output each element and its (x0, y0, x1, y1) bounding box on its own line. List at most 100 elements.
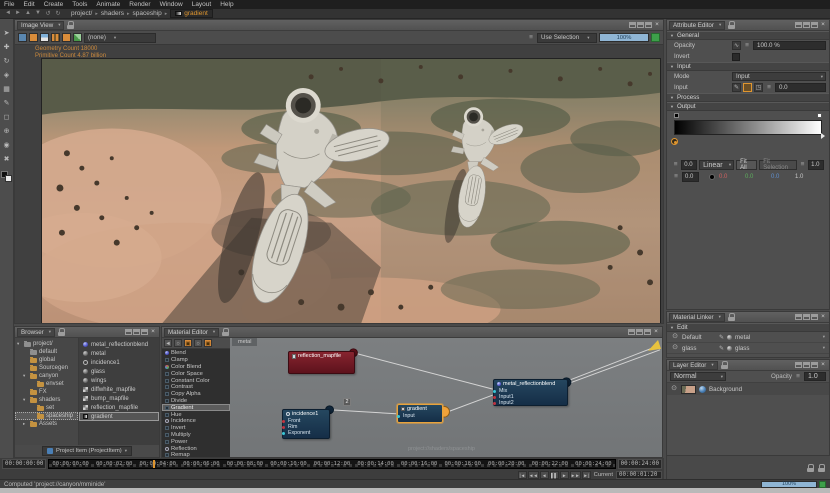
tool-icon[interactable]: ✎ (1, 99, 12, 109)
tool-icon[interactable]: ✖ (1, 155, 12, 165)
key-green-field[interactable]: 0.0 (743, 172, 761, 182)
tree-item[interactable]: global (15, 356, 78, 364)
float-icon[interactable] (811, 22, 818, 28)
fit-all-button[interactable]: Fit All (736, 159, 758, 171)
maximize-icon[interactable] (636, 329, 643, 335)
tree-item[interactable]: envset (15, 380, 78, 388)
nav-arrow-icon[interactable]: ↺ (44, 10, 52, 17)
lock-icon[interactable] (57, 328, 65, 336)
slider-icon[interactable] (743, 42, 751, 50)
node-type-item[interactable]: Gradient (162, 404, 230, 412)
render-viewport[interactable]: Geometry Count 18000 Primitive Count 4.8… (15, 45, 663, 323)
toolbar-icon[interactable]: ▣ (184, 339, 192, 347)
minimize-icon[interactable] (629, 22, 636, 28)
panel-type-dropdown[interactable]: Browser (17, 327, 55, 337)
lock-icon[interactable] (727, 313, 735, 321)
node-type-item[interactable]: Contrast (162, 384, 230, 391)
slider-icon[interactable] (672, 173, 680, 181)
caret-down-icon[interactable] (823, 334, 825, 340)
edit-icon[interactable]: ✎ (732, 83, 741, 92)
node-metal-reflectionblend[interactable]: metal_reflectionblend Mix Input1 Input2 (493, 379, 568, 406)
edit-icon[interactable] (719, 345, 724, 352)
opacity-field[interactable]: 100.0 % (753, 41, 826, 50)
menu-item[interactable]: Animate (96, 1, 120, 8)
maximize-icon[interactable] (803, 22, 810, 28)
lock-icon[interactable] (818, 463, 825, 472)
toolbar-icon[interactable]: ○ (174, 339, 182, 347)
key-red-field[interactable]: 0.0 (717, 172, 735, 182)
key-blue-field[interactable]: 0.0 (769, 172, 787, 182)
node-port[interactable]: Exponent (282, 430, 329, 436)
transport-button[interactable]: ◄◄ (527, 470, 539, 479)
node-type-item[interactable]: Incidence (162, 418, 230, 425)
key-alpha-field[interactable]: 1.0 (793, 172, 811, 182)
snapshot-icon[interactable] (29, 33, 38, 42)
transport-button[interactable]: ◄ (539, 470, 549, 479)
slider-icon[interactable] (765, 84, 773, 92)
tree-item[interactable]: canyon (15, 372, 78, 380)
transport-button[interactable]: ► (559, 470, 569, 479)
node-type-item[interactable]: Multiply (162, 432, 230, 439)
tool-icon[interactable]: ◻ (1, 113, 12, 123)
texture-icon[interactable] (743, 83, 752, 92)
lut-icon[interactable] (73, 33, 82, 42)
transport-button[interactable]: |◄ (517, 470, 527, 479)
expand-arrow-icon[interactable] (23, 397, 28, 403)
lock-icon[interactable] (67, 21, 75, 29)
tree-item[interactable]: Sourcegen (15, 364, 78, 372)
curve-icon[interactable]: ∿ (732, 41, 741, 50)
breadcrumb-item[interactable]: project/ (71, 10, 98, 17)
background-swatch[interactable] (5, 175, 12, 182)
node-graph[interactable]: metal project://shaders/spaceship reflec… (230, 338, 662, 457)
node-icon[interactable]: ◳ (754, 83, 763, 92)
nav-arrow-icon[interactable]: ► (14, 10, 22, 17)
node-type-item[interactable]: Power (162, 438, 230, 445)
layers-icon[interactable] (40, 33, 49, 42)
node-type-item[interactable]: Reflection (162, 445, 230, 452)
node-type-item[interactable]: Blend (162, 350, 230, 357)
rendered-image[interactable] (41, 58, 661, 323)
panel-type-dropdown[interactable]: Attribute Editor (669, 20, 726, 30)
close-icon[interactable] (652, 329, 660, 336)
node-type-item[interactable]: Hue (162, 411, 230, 418)
float-icon[interactable] (141, 329, 148, 335)
minimize-icon[interactable] (125, 329, 132, 335)
minimize-icon[interactable] (628, 329, 635, 335)
section-general[interactable]: General (667, 31, 829, 40)
tree-item[interactable]: project/ (15, 340, 78, 348)
float-icon[interactable] (645, 22, 652, 28)
close-icon[interactable] (149, 329, 157, 336)
display-mode-icon[interactable] (18, 33, 27, 42)
menu-item[interactable]: Window (160, 1, 183, 8)
nav-arrow-icon[interactable]: ◄ (4, 10, 12, 17)
edit-icon[interactable] (719, 334, 724, 341)
maximize-icon[interactable] (133, 329, 140, 335)
ramp-key-black[interactable] (674, 113, 679, 118)
layer-opacity-field[interactable]: 1.0 (804, 372, 826, 381)
expand-arrow-icon[interactable] (17, 341, 22, 347)
list-item[interactable]: gradient (79, 412, 159, 421)
current-frame-field[interactable]: 00:00:01:20 (616, 470, 662, 479)
panel-type-dropdown[interactable]: Material Linker (669, 312, 725, 322)
minimize-icon[interactable] (795, 314, 802, 320)
menu-item[interactable]: Help (220, 1, 233, 8)
nav-arrow-icon[interactable]: ▲ (24, 10, 32, 17)
slider-icon[interactable] (799, 161, 806, 169)
float-icon[interactable] (811, 314, 818, 320)
node-port[interactable]: Input (397, 413, 442, 419)
material-link-row[interactable]: Default metal (667, 332, 829, 343)
tool-icon[interactable]: ✚ (1, 43, 12, 53)
checker-icon[interactable] (51, 33, 60, 42)
breadcrumb-active-item[interactable]: gradient (170, 9, 213, 18)
region-icon[interactable] (62, 33, 71, 42)
visibility-icon[interactable] (671, 333, 679, 341)
minimize-icon[interactable] (795, 362, 802, 368)
slider-icon[interactable] (527, 34, 535, 42)
node-type-item[interactable]: Color Blend (162, 364, 230, 371)
lock-icon[interactable] (728, 21, 736, 29)
invert-checkbox[interactable] (732, 52, 740, 61)
input-field[interactable]: 0.0 (775, 83, 826, 92)
ramp-cursor[interactable] (821, 133, 825, 139)
menu-item[interactable]: Create (44, 1, 64, 8)
lock-icon[interactable] (807, 463, 814, 472)
